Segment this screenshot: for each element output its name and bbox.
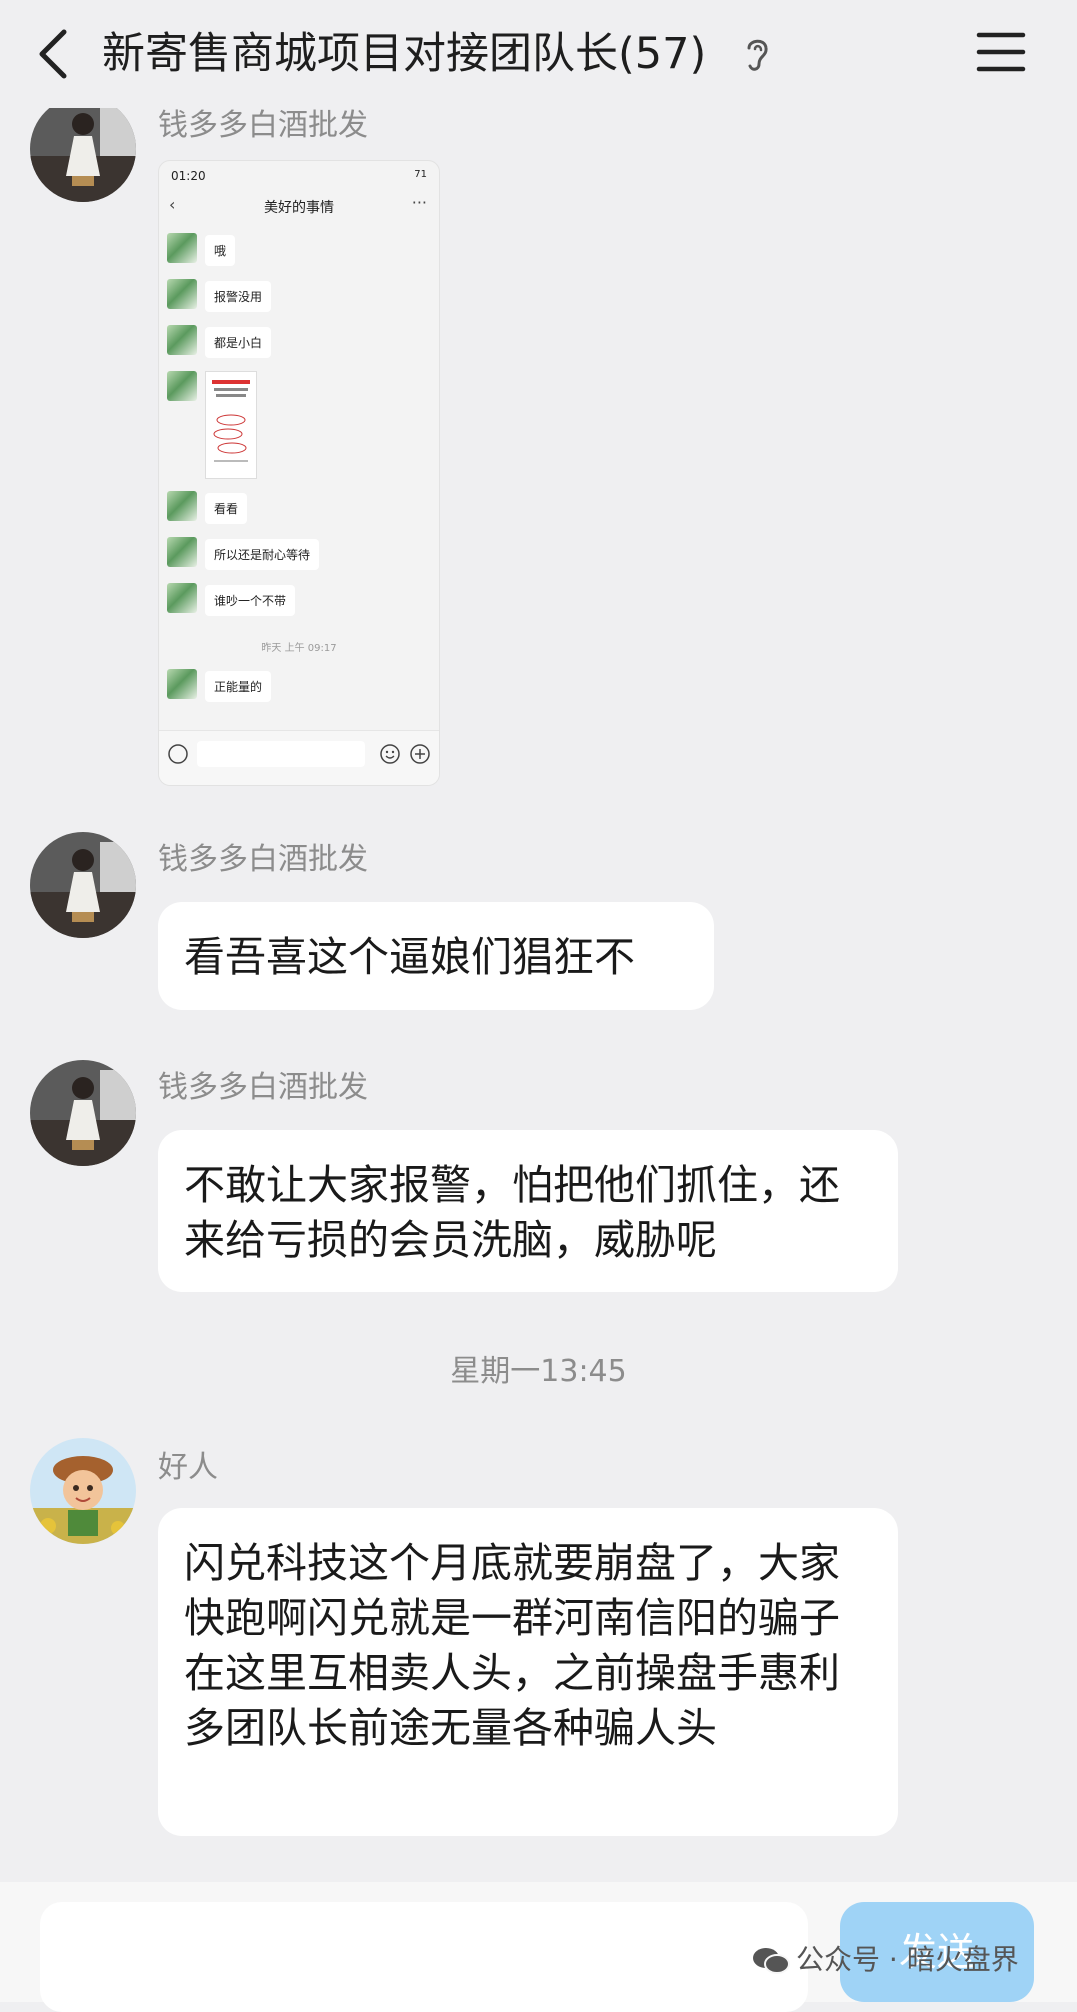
- text-field: [197, 741, 365, 767]
- wechat-icon: [753, 1948, 790, 1974]
- status-time: 01:20: [171, 169, 206, 183]
- image-thumbnail: [205, 371, 257, 479]
- avatar: [167, 583, 197, 613]
- avatar: [167, 325, 197, 355]
- watermark-text: 公众号 · 暗火盘界: [796, 1943, 1019, 1976]
- message-bubble[interactable]: 闪兑科技这个月底就要崩盘了，大家快跑啊闪兑就是一群河南信阳的骗子在这里互相卖人头…: [158, 1508, 898, 1836]
- timestamp: 昨天 上午 09:17: [261, 643, 337, 654]
- avatar: [167, 537, 197, 567]
- message-bubble[interactable]: 不敢让大家报警，怕把他们抓住，还来给亏损的会员洗脑，威胁呢: [158, 1130, 898, 1292]
- chevron-left-icon: [39, 29, 67, 79]
- avatar: [167, 669, 197, 699]
- avatar[interactable]: [30, 832, 136, 938]
- message-bubble[interactable]: 看吾喜这个逼娘们猖狂不: [158, 902, 714, 1010]
- earpiece-mode-icon[interactable]: [742, 34, 772, 74]
- plus-icon: [410, 744, 430, 764]
- sender-name: 好人: [158, 1450, 218, 1485]
- list-item: 哦: [205, 235, 236, 266]
- list-item: 正能量的: [205, 671, 272, 702]
- voice-icon: [168, 744, 188, 764]
- status-battery: 71: [414, 169, 427, 180]
- watermark: 公众号 · 暗火盘界: [752, 1938, 1019, 1978]
- menu-button[interactable]: [976, 30, 1026, 74]
- timestamp: 星期一13:45: [450, 1354, 627, 1389]
- message-input[interactable]: [40, 1902, 808, 2012]
- avatar[interactable]: [30, 1060, 136, 1166]
- avatar: [167, 371, 197, 401]
- sender-name: 钱多多白酒批发: [158, 1070, 368, 1105]
- more-icon: ···: [411, 193, 427, 212]
- avatar[interactable]: [30, 1438, 136, 1544]
- screenshot-title: 美好的事情: [264, 200, 334, 216]
- avatar: [167, 279, 197, 309]
- emoji-icon: [380, 744, 400, 764]
- chat-title: 新寄售商城项目对接团队长(57): [102, 29, 707, 79]
- input-bar: [159, 730, 439, 785]
- list-item: 所以还是耐心等待: [205, 539, 320, 570]
- avatar: [167, 491, 197, 521]
- avatar[interactable]: [30, 96, 136, 202]
- list-item: 看看: [205, 493, 248, 524]
- list-item: 都是小白: [205, 327, 272, 358]
- back-button[interactable]: [28, 24, 84, 84]
- avatar: [167, 233, 197, 263]
- list-item: 谁吵一个不带: [205, 585, 296, 616]
- list-item: 报警没用: [205, 281, 272, 312]
- menu-icon: [976, 32, 1026, 72]
- image-message[interactable]: 01:20 71 ‹ 美好的事情 ··· 哦 报警没用 都是小白 看看 所以还是…: [158, 160, 440, 786]
- sender-name: 钱多多白酒批发: [158, 842, 368, 877]
- chat-header: 新寄售商城项目对接团队长(57): [0, 0, 1077, 108]
